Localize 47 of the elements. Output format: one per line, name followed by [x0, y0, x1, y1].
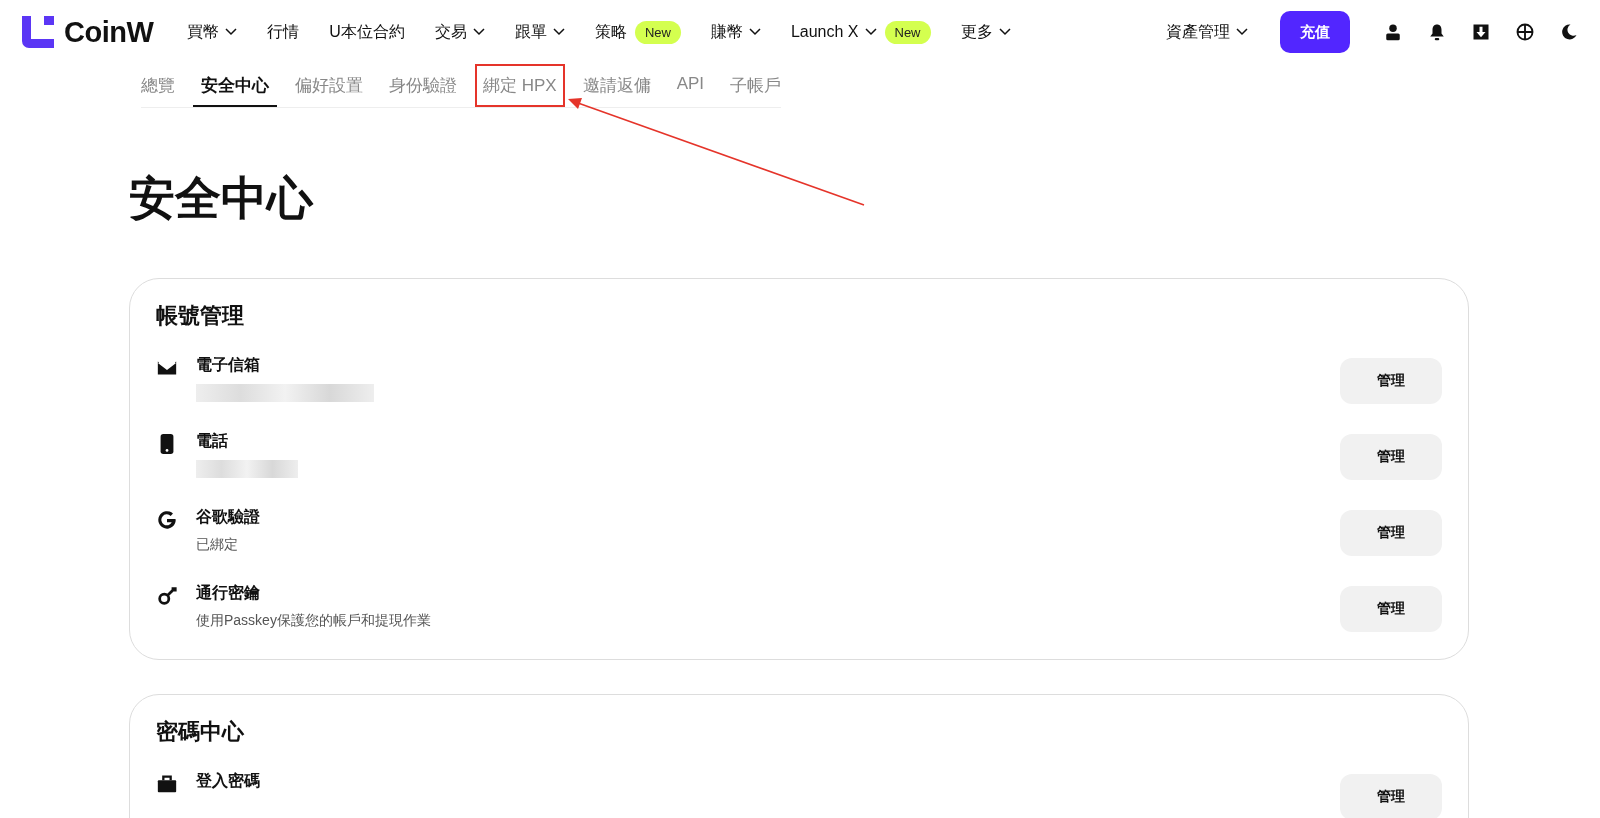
tab[interactable]: API: [668, 64, 713, 107]
tab[interactable]: 綁定 HPX: [475, 64, 565, 107]
setting-detail: 已綁定: [196, 536, 239, 554]
nav-link[interactable]: 買幣: [187, 21, 238, 43]
manage-button[interactable]: 管理: [1340, 434, 1442, 480]
nav-link[interactable]: 交易: [434, 21, 485, 43]
google-icon: [156, 509, 178, 531]
asset-menu[interactable]: 資產管理: [1166, 21, 1248, 43]
page-title: 安全中心: [129, 171, 315, 226]
manage-button[interactable]: 管理: [1340, 774, 1442, 818]
tab[interactable]: 總覽: [141, 64, 183, 107]
tab[interactable]: 偏好設置: [287, 64, 371, 107]
manage-button[interactable]: 管理: [1340, 510, 1442, 556]
section-title: 密碼中心: [156, 718, 245, 746]
setting-label: 通行密鑰: [196, 583, 261, 603]
logo-icon[interactable]: [22, 16, 54, 48]
globe-icon[interactable]: [1516, 23, 1534, 41]
setting-label: 電子信箱: [196, 355, 261, 375]
setting-label: 谷歌驗證: [196, 507, 261, 527]
nav-link[interactable]: U本位合約: [329, 21, 405, 43]
section-title: 帳號管理: [156, 302, 245, 330]
setting-detail: 使用Passkey保護您的帳戶和提現作業: [196, 612, 432, 630]
tab[interactable]: 身份驗證: [381, 64, 465, 107]
download-icon[interactable]: [1472, 23, 1490, 41]
moon-icon[interactable]: [1560, 23, 1578, 41]
manage-button[interactable]: 管理: [1340, 586, 1442, 632]
nav-link[interactable]: 行情: [267, 21, 300, 43]
setting-label: 登入密碼: [196, 771, 261, 791]
new-badge: New: [634, 20, 681, 44]
brand-name: CoinW: [64, 15, 154, 49]
tab[interactable]: 子帳戶: [722, 64, 790, 107]
setting-label: 電話: [196, 431, 229, 451]
nav-link[interactable]: 更多: [960, 21, 1011, 43]
nav-link[interactable]: 賺幣: [710, 21, 761, 43]
new-badge: New: [884, 20, 931, 44]
key-icon: [156, 585, 178, 607]
briefcase-icon: [156, 773, 178, 795]
nav-link[interactable]: Launch X New: [790, 20, 931, 44]
nav-link[interactable]: 跟單: [514, 21, 565, 43]
bell-icon[interactable]: [1428, 23, 1446, 41]
nav-link[interactable]: 策略 New: [594, 20, 681, 44]
chevron-down-icon: [1236, 28, 1248, 36]
tab[interactable]: 安全中心: [193, 64, 277, 107]
manage-button[interactable]: 管理: [1340, 358, 1442, 404]
deposit-button[interactable]: 充值: [1280, 11, 1350, 53]
user-icon[interactable]: [1384, 23, 1402, 41]
tab[interactable]: 邀請返傭: [574, 64, 659, 107]
